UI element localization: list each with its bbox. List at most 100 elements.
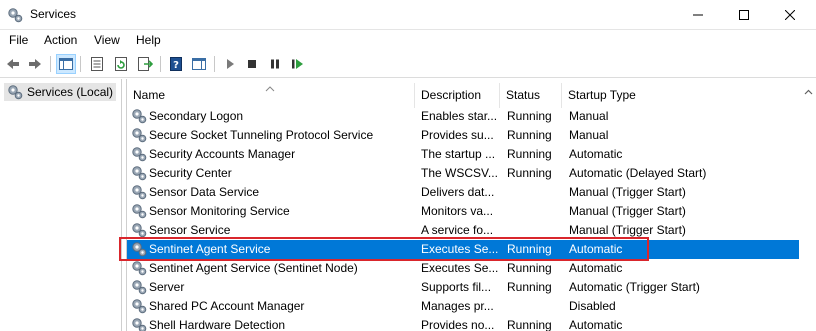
- service-status: [507, 297, 563, 316]
- restart-service-button[interactable]: [287, 54, 307, 74]
- console-tree-icon: [59, 58, 73, 70]
- scroll-up-button[interactable]: [800, 83, 816, 100]
- service-description: Executes Se...: [421, 242, 499, 256]
- gear-icon: [131, 241, 147, 257]
- console-tree-pane: Services (Local): [0, 79, 122, 331]
- table-row[interactable]: Sentinet Agent Service (Sentinet Node) Ex…: [127, 259, 799, 278]
- service-status: Running: [507, 109, 552, 123]
- service-name: Sentinet Agent Service (Sentinet Node): [149, 261, 358, 275]
- service-status: Running: [507, 128, 552, 142]
- service-description: The WSCSV...: [421, 166, 498, 180]
- table-row[interactable]: Server Supports fil... Running Automatic (T…: [127, 278, 799, 297]
- action-pane-icon: [192, 58, 206, 70]
- services-gear-icon: [7, 84, 23, 100]
- service-name: Shell Hardware Detection: [149, 318, 286, 331]
- gear-icon: [131, 146, 147, 162]
- gear-icon: [131, 165, 147, 181]
- service-startup-type: Automatic: [569, 242, 623, 256]
- service-startup-type: Manual (Trigger Start): [569, 185, 686, 199]
- gear-icon: [131, 279, 147, 295]
- service-status: [507, 221, 563, 240]
- maximize-button[interactable]: [721, 0, 767, 30]
- table-row[interactable]: Security Accounts Manager The startup ...…: [127, 145, 799, 164]
- menu-action[interactable]: Action: [44, 33, 77, 47]
- services-list-pane: Name Description Status Startup Type Sec…: [126, 79, 816, 331]
- service-name: Shared PC Account Manager: [149, 299, 305, 313]
- service-status: Running: [507, 280, 552, 294]
- pause-service-button[interactable]: [265, 54, 285, 74]
- pause-icon: [271, 59, 279, 69]
- toolbar: ?: [0, 50, 816, 78]
- start-service-button[interactable]: [220, 54, 240, 74]
- table-row[interactable]: Secondary Logon Enables star... Running Man…: [127, 107, 799, 126]
- menu-file[interactable]: File: [9, 33, 28, 47]
- service-status: Running: [507, 166, 552, 180]
- service-name: Secure Socket Tunneling Protocol Service: [149, 128, 374, 142]
- service-description: Enables star...: [421, 109, 498, 123]
- gear-icon: [131, 184, 147, 200]
- minimize-button[interactable]: [675, 0, 721, 30]
- service-description: Executes Se...: [421, 261, 499, 275]
- service-name: Sensor Service: [149, 223, 231, 237]
- show-hide-console-tree-button[interactable]: [56, 54, 76, 74]
- column-header-description[interactable]: Description: [415, 83, 500, 108]
- menu-bar: File Action View Help: [0, 30, 816, 50]
- gear-icon: [131, 108, 147, 124]
- service-startup-type: Disabled: [569, 299, 616, 313]
- service-status: Running: [507, 261, 552, 275]
- show-action-pane-button[interactable]: [189, 54, 209, 74]
- table-row[interactable]: Sensor Service A service fo... Manual (Tri…: [127, 221, 799, 240]
- gear-icon: [131, 222, 147, 238]
- service-description: Supports fil...: [421, 280, 492, 294]
- properties-button[interactable]: [87, 54, 107, 74]
- service-status: [507, 183, 563, 202]
- service-startup-type: Automatic: [569, 318, 623, 331]
- service-description: Delivers dat...: [421, 185, 495, 199]
- menu-view[interactable]: View: [94, 33, 120, 47]
- table-row[interactable]: Security Center The WSCSV... Running Automa…: [127, 164, 799, 183]
- properties-icon: [91, 57, 103, 71]
- service-status: Running: [507, 242, 552, 256]
- back-arrow-icon: [7, 59, 19, 69]
- minimize-icon: [693, 14, 703, 16]
- help-button[interactable]: ?: [166, 54, 186, 74]
- service-name: Secondary Logon: [149, 109, 244, 123]
- service-startup-type: Automatic: [569, 261, 623, 275]
- table-row[interactable]: Sentinet Agent Service Executes Se... Runn…: [127, 240, 799, 259]
- help-icon: ?: [170, 57, 182, 71]
- column-header-status[interactable]: Status: [500, 83, 562, 108]
- forward-arrow-icon: [29, 59, 41, 69]
- gear-icon: [131, 127, 147, 143]
- menu-help[interactable]: Help: [136, 33, 161, 47]
- toolbar-separator: [214, 56, 215, 72]
- service-startup-type: Manual: [569, 128, 609, 142]
- service-name: Sensor Monitoring Service: [149, 204, 290, 218]
- forward-button[interactable]: [25, 54, 45, 74]
- service-startup-type: Automatic (Delayed Start): [569, 166, 707, 180]
- refresh-button[interactable]: [111, 54, 131, 74]
- table-row[interactable]: Shared PC Account Manager Manages pr... Di…: [127, 297, 799, 316]
- export-list-button[interactable]: [135, 54, 155, 74]
- service-startup-type: Automatic (Trigger Start): [569, 280, 700, 294]
- service-name: Sensor Data Service: [149, 185, 260, 199]
- close-button[interactable]: [767, 0, 813, 30]
- back-button[interactable]: [3, 54, 23, 74]
- service-status: [507, 202, 563, 221]
- service-description: A service fo...: [421, 223, 494, 237]
- toolbar-separator: [80, 56, 81, 72]
- gear-icon: [131, 298, 147, 314]
- gear-icon: [131, 260, 147, 276]
- table-row[interactable]: Sensor Monitoring Service Monitors va... M…: [127, 202, 799, 221]
- service-description: The startup ...: [421, 147, 496, 161]
- table-row[interactable]: Sensor Data Service Delivers dat... Manual…: [127, 183, 799, 202]
- stop-icon: [248, 60, 256, 68]
- table-row[interactable]: Secure Socket Tunneling Protocol Service…: [127, 126, 799, 145]
- stop-service-button[interactable]: [242, 54, 262, 74]
- title-bar: Services: [0, 0, 816, 30]
- service-startup-type: Manual (Trigger Start): [569, 223, 686, 237]
- table-row[interactable]: Shell Hardware Detection Provides no... Ru…: [127, 316, 799, 331]
- tree-item-services-local[interactable]: Services (Local): [4, 83, 117, 101]
- service-status: Running: [507, 318, 552, 331]
- column-header-startup-type[interactable]: Startup Type: [562, 83, 799, 108]
- refresh-icon: [115, 57, 127, 71]
